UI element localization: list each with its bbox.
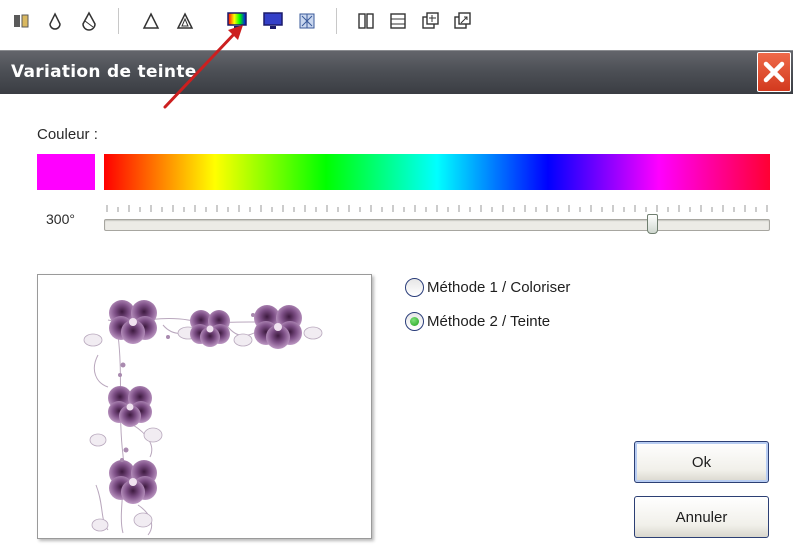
radio-selected-dot bbox=[410, 316, 419, 326]
hue-angle-value: 300° bbox=[46, 211, 75, 227]
mirror-icon[interactable] bbox=[10, 10, 32, 32]
delta-outline-icon[interactable] bbox=[174, 10, 196, 32]
method-1-radio[interactable]: Méthode 1 / Coloriser bbox=[405, 275, 570, 299]
columns-icon[interactable] bbox=[355, 10, 377, 32]
radio-circle-unselected[interactable] bbox=[405, 277, 424, 297]
hue-slider-thumb[interactable] bbox=[646, 214, 658, 234]
layer-add-icon[interactable] bbox=[419, 10, 441, 32]
method-1-label: Méthode 1 / Coloriser bbox=[427, 278, 571, 296]
toolbar-separator bbox=[336, 8, 337, 34]
hue-spectrum-bar[interactable] bbox=[104, 154, 770, 190]
panel-icon[interactable] bbox=[387, 10, 409, 32]
ok-button[interactable]: Ok bbox=[634, 441, 769, 483]
dialog-title: Variation de teinte bbox=[11, 62, 197, 82]
layer-export-icon[interactable] bbox=[451, 10, 473, 32]
hue-slider-track[interactable] bbox=[104, 219, 770, 231]
pansy-border-image bbox=[83, 300, 323, 536]
toolbar bbox=[0, 0, 793, 50]
slider-ticks bbox=[106, 205, 768, 212]
method-2-label: Méthode 2 / Teinte bbox=[427, 312, 551, 330]
drop-outline-icon[interactable] bbox=[78, 10, 100, 32]
close-button[interactable] bbox=[757, 52, 791, 92]
method-2-radio[interactable]: Méthode 2 / Teinte bbox=[405, 309, 550, 333]
dialog-title-bar[interactable]: Variation de teinte bbox=[0, 50, 793, 94]
delta-icon[interactable] bbox=[140, 10, 162, 32]
hue-variation-icon[interactable] bbox=[226, 10, 248, 32]
radio-circle-selected[interactable] bbox=[405, 311, 424, 331]
preview-image bbox=[37, 274, 372, 539]
drop-small-icon[interactable] bbox=[44, 10, 66, 32]
monitor-icon[interactable] bbox=[262, 10, 284, 32]
filter-icon[interactable] bbox=[296, 10, 318, 32]
couleur-label: Couleur : bbox=[37, 126, 98, 143]
selected-color-swatch bbox=[37, 154, 95, 190]
cancel-button[interactable]: Annuler bbox=[634, 496, 769, 538]
close-icon bbox=[763, 61, 785, 83]
toolbar-separator bbox=[118, 8, 119, 34]
